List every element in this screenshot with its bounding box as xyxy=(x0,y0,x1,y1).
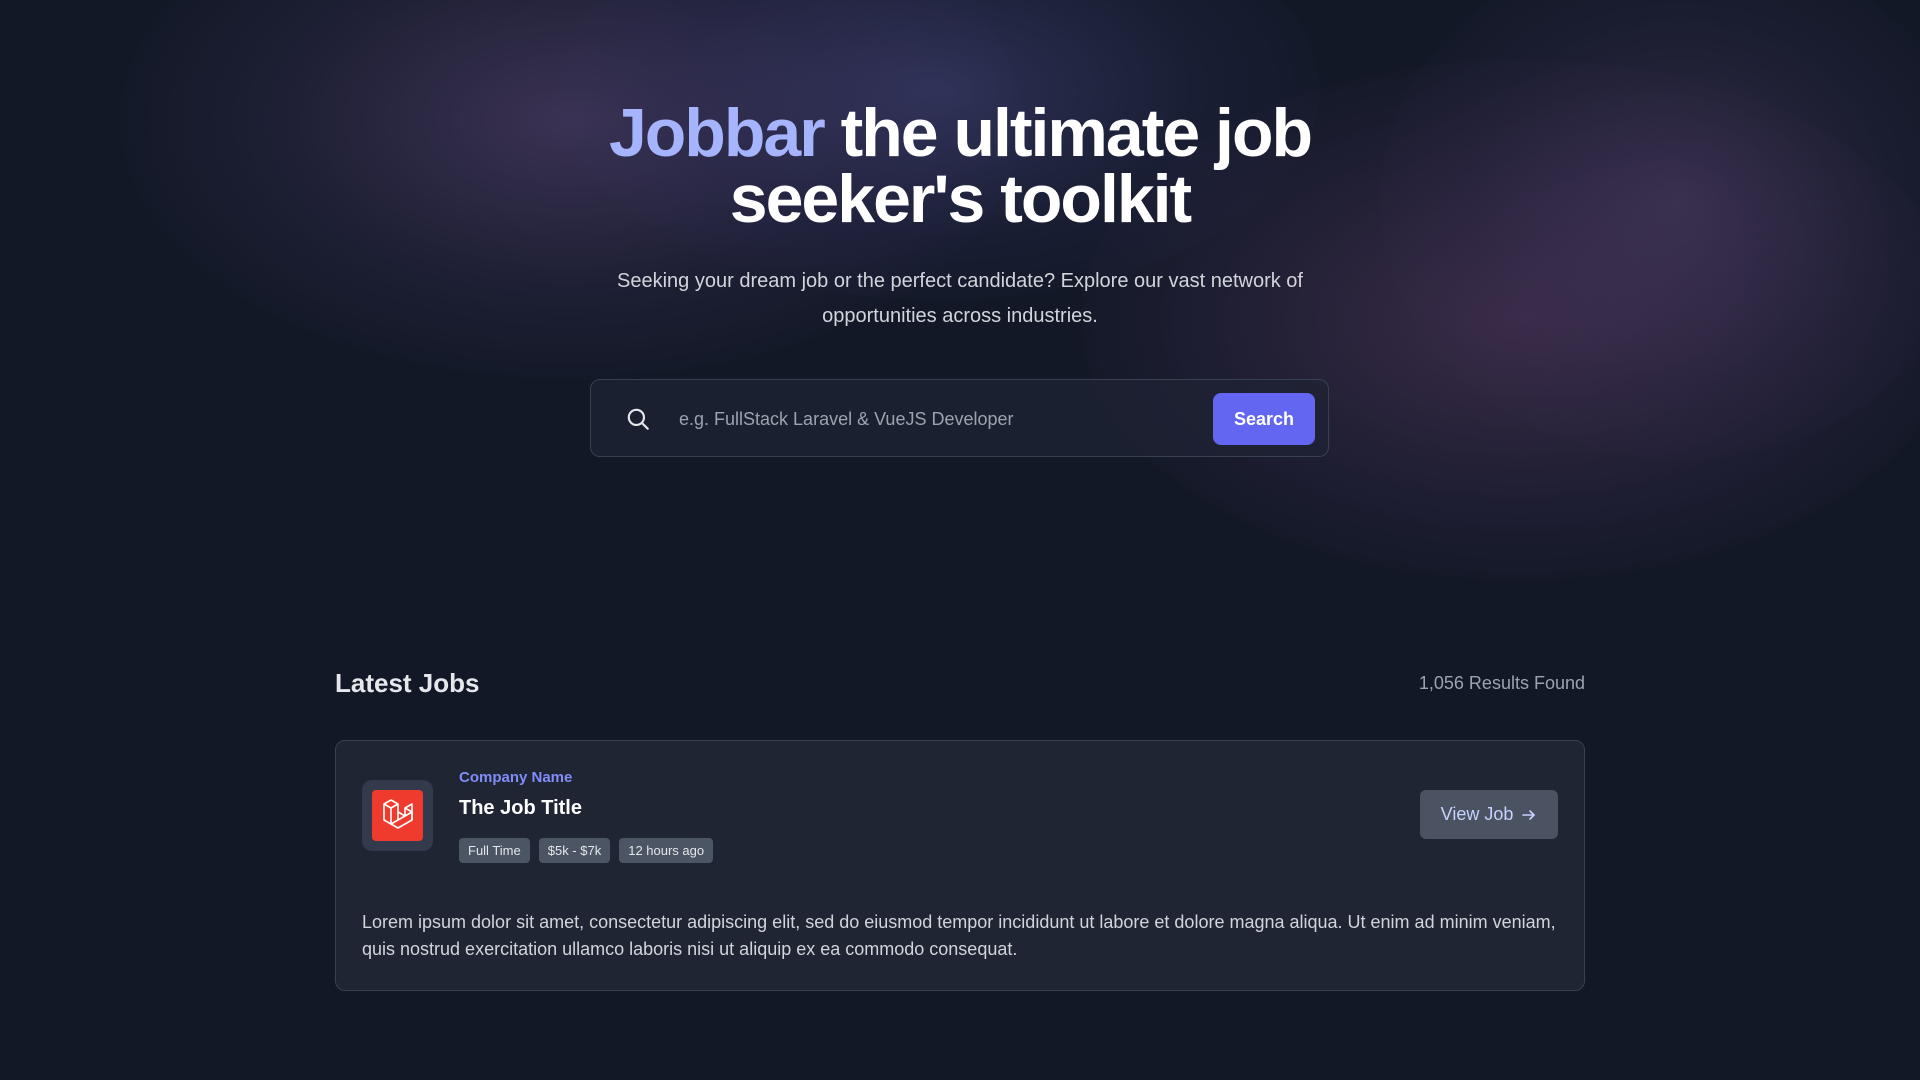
section-title: Latest Jobs xyxy=(335,668,480,698)
view-job-button[interactable]: View Job xyxy=(1420,790,1558,839)
search-input[interactable] xyxy=(677,398,1201,440)
job-tags: Full Time $5k - $7k 12 hours ago xyxy=(459,838,714,863)
background-glow xyxy=(1380,0,1920,460)
search-icon xyxy=(627,408,649,430)
hero-title: Jobbar the ultimate job seeker's toolkit xyxy=(560,99,1360,233)
results-count: 1,056 Results Found xyxy=(1418,673,1585,693)
company-name[interactable]: Company Name xyxy=(459,769,572,786)
job-description: Lorem ipsum dolor sit amet, consectetur … xyxy=(362,912,1556,959)
salary-tag: $5k - $7k xyxy=(538,838,611,863)
brand-name: Jobbar xyxy=(608,95,826,171)
page: Jobbar the ultimate job seeker's toolkit… xyxy=(0,0,1920,1080)
arrow-right-icon xyxy=(1522,809,1536,820)
hero-subtitle: Seeking your dream job or the perfect ca… xyxy=(617,270,1303,327)
laravel-logo-icon xyxy=(372,790,423,841)
job-type-tag: Full Time xyxy=(459,838,530,863)
view-job-label: View Job xyxy=(1440,804,1514,824)
search-bar: Search xyxy=(590,379,1329,457)
jobs-header: Latest Jobs 1,056 Results Found xyxy=(335,668,1585,708)
job-card: Company Name The Job Title Full Time $5k… xyxy=(335,740,1585,991)
company-logo xyxy=(362,780,433,851)
search-button[interactable]: Search xyxy=(1213,393,1315,445)
posted-time-tag: 12 hours ago xyxy=(619,838,714,863)
job-title: The Job Title xyxy=(459,797,582,819)
